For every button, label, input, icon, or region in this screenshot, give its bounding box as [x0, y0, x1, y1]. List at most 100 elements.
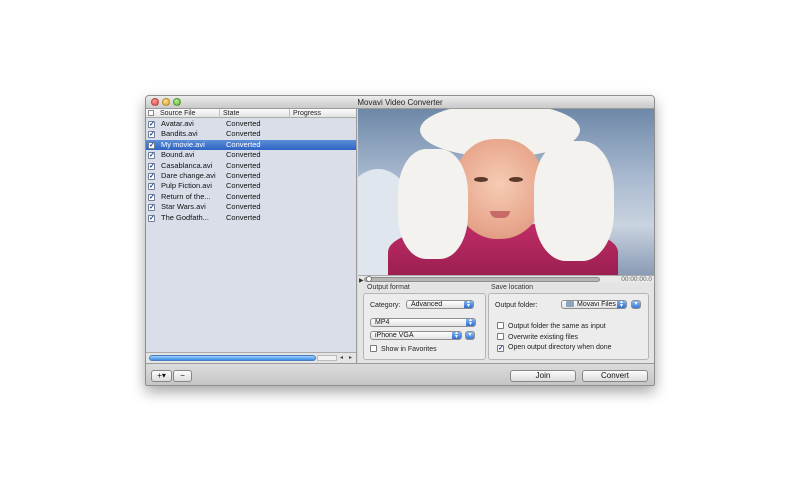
category-value: Advanced — [411, 301, 443, 308]
overwrite-label: Overwrite existing files — [508, 334, 579, 341]
file-list-panel: Source File State Progress ✓ Avatar.avi Co… — [146, 109, 357, 363]
file-state: Converted — [226, 212, 261, 222]
file-state: Converted — [226, 202, 261, 212]
open-dir-box[interactable]: ✓ — [497, 345, 504, 352]
column-progress[interactable]: Progress — [289, 109, 357, 118]
file-state: Converted — [226, 139, 261, 149]
format-value: MP4 — [375, 319, 390, 326]
output-format-title: Output format — [367, 284, 410, 291]
window-title: Movavi Video Converter — [357, 98, 443, 107]
file-name: Bandits.avi — [161, 129, 198, 139]
file-name: Pulp Fiction.avi — [161, 181, 212, 191]
join-button[interactable]: Join — [510, 370, 576, 382]
file-row-checkbox[interactable]: ✓ — [148, 162, 155, 170]
preview-eye-right — [509, 177, 523, 182]
file-row[interactable]: ✓ Bound.avi Converted — [146, 150, 356, 160]
column-state[interactable]: State — [219, 109, 289, 118]
file-row[interactable]: ✓ Avatar.avi Converted — [146, 119, 356, 129]
file-row[interactable]: ✓ Star Wars.avi Converted — [146, 202, 356, 212]
output-folder-select[interactable]: Movavi Files ▲ ▼ — [561, 300, 627, 309]
title-bar[interactable]: Movavi Video Converter — [146, 96, 654, 109]
overwrite-box[interactable] — [497, 333, 504, 340]
output-folder-menu-button[interactable]: ▾ — [631, 300, 641, 309]
category-label: Category: — [370, 302, 401, 309]
remove-files-button[interactable]: − — [173, 370, 192, 382]
select-all-checkbox[interactable] — [148, 110, 154, 116]
same-as-input-label: Output folder the same as input — [508, 323, 606, 330]
output-format-group: Category: Advanced ▲ ▼ MP4 ▲ ▼ iPhone VGA … — [363, 293, 486, 360]
file-name: Star Wars.avi — [161, 202, 206, 212]
same-as-input-checkbox[interactable]: Output folder the same as input — [497, 322, 606, 330]
preset-select[interactable]: iPhone VGA ▲ ▼ — [370, 331, 462, 340]
output-folder-stepper-icon: ▲ ▼ — [617, 301, 626, 308]
file-row[interactable]: ✓ Pulp Fiction.avi Converted — [146, 181, 356, 191]
file-state: Converted — [226, 119, 261, 128]
main-window: Movavi Video Converter Source File State… — [145, 95, 655, 386]
file-state: Converted — [226, 181, 261, 191]
file-name: The Godfath... — [161, 212, 209, 222]
file-row[interactable]: ✓ Bandits.avi Converted — [146, 129, 356, 139]
output-folder-value: Movavi Files — [577, 301, 616, 308]
bottom-toolbar: +▾ − Join Convert — [146, 363, 654, 385]
file-row[interactable]: ✓ The Godfath... Converted — [146, 213, 356, 223]
format-select[interactable]: MP4 ▲ ▼ — [370, 318, 476, 327]
file-name: My movie.avi — [161, 139, 205, 149]
file-state: Converted — [226, 160, 261, 170]
seek-slider[interactable] — [364, 277, 600, 282]
playback-bar: ▶ 00:00:00.0 — [358, 275, 654, 284]
open-dir-checkbox[interactable]: ✓ Open output directory when done — [497, 344, 612, 352]
file-name: Casablanca.avi — [161, 160, 213, 170]
file-row-checkbox[interactable]: ✓ — [148, 172, 155, 180]
show-in-favorites-checkbox[interactable]: Show in Favorites — [370, 345, 437, 353]
file-row-checkbox[interactable]: ✓ — [148, 121, 155, 128]
file-row[interactable]: ✓ Return of the... Converted — [146, 192, 356, 202]
file-list-header: Source File State Progress — [146, 109, 356, 118]
file-state: Converted — [226, 191, 261, 201]
folder-icon — [566, 301, 574, 307]
video-preview — [358, 109, 654, 275]
file-list: ✓ Avatar.avi Converted ✓ Bandits.avi Converte… — [146, 119, 356, 223]
save-location-title: Save location — [491, 284, 534, 291]
settings-panel: Output format Category: Advanced ▲ ▼ MP4 … — [358, 283, 654, 363]
add-files-button[interactable]: +▾ — [151, 370, 172, 382]
file-row-checkbox[interactable]: ✓ — [148, 141, 155, 149]
horizontal-scrollbar[interactable] — [317, 355, 337, 361]
file-name: Avatar.avi — [161, 119, 194, 128]
preview-mitten-left — [398, 149, 468, 259]
file-row-checkbox[interactable]: ✓ — [148, 183, 155, 191]
output-folder-label: Output folder: — [495, 302, 538, 309]
file-row[interactable]: ✓ Casablanca.avi Converted — [146, 161, 356, 171]
column-source-file[interactable]: Source File — [157, 109, 219, 118]
file-state: Converted — [226, 150, 261, 160]
show-in-favorites-label: Show in Favorites — [381, 346, 437, 353]
file-row[interactable]: ✓ Dare change.avi Converted — [146, 171, 356, 181]
preset-value: iPhone VGA — [375, 332, 414, 339]
file-state: Converted — [226, 129, 261, 139]
preview-mitten-right — [534, 141, 614, 261]
convert-button[interactable]: Convert — [582, 370, 648, 382]
preset-stepper-icon: ▲ ▼ — [452, 332, 461, 339]
preview-mouth — [490, 211, 510, 218]
open-dir-label: Open output directory when done — [508, 344, 612, 351]
file-row-checkbox[interactable]: ✓ — [148, 152, 155, 160]
file-list-footer: ◂ ▸ — [146, 352, 356, 363]
file-row-checkbox[interactable]: ✓ — [148, 193, 155, 201]
playback-time: 00:00:00.0 — [621, 276, 652, 283]
preset-menu-button[interactable]: ▾ — [465, 331, 475, 340]
save-location-group: Output folder: Movavi Files ▲ ▼ ▾ Output … — [488, 293, 649, 360]
overwrite-checkbox[interactable]: Overwrite existing files — [497, 333, 578, 341]
same-as-input-box[interactable] — [497, 322, 504, 329]
scroll-left-icon[interactable]: ◂ — [340, 354, 343, 361]
overall-progress-bar — [149, 355, 316, 361]
show-in-favorites-box[interactable] — [370, 345, 377, 352]
file-row-checkbox[interactable]: ✓ — [148, 131, 155, 139]
format-stepper-icon: ▲ ▼ — [466, 319, 475, 326]
scroll-right-icon[interactable]: ▸ — [349, 354, 352, 361]
file-row-checkbox[interactable]: ✓ — [148, 214, 155, 222]
category-select[interactable]: Advanced ▲ ▼ — [406, 300, 474, 309]
seek-knob[interactable] — [366, 276, 372, 282]
file-state: Converted — [226, 170, 261, 180]
category-stepper-icon: ▲ ▼ — [464, 301, 473, 308]
file-row-checkbox[interactable]: ✓ — [148, 204, 155, 212]
file-row[interactable]: ✓ My movie.avi Converted — [146, 139, 356, 151]
